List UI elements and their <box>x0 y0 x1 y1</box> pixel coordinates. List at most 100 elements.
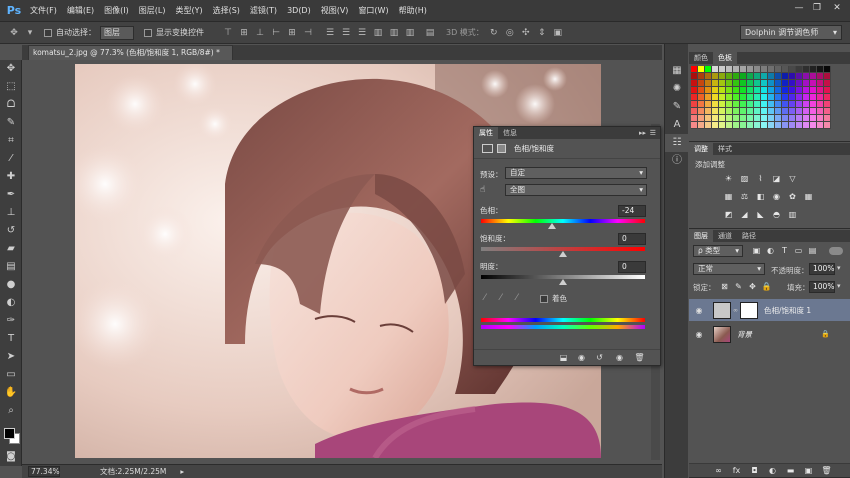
type-tool-icon[interactable]: T <box>0 330 22 348</box>
swatch-cell[interactable] <box>691 108 698 115</box>
swatch-cell[interactable] <box>768 87 775 94</box>
swatch-cell[interactable] <box>705 66 712 73</box>
preset-dropdown[interactable]: 自定 ▾ <box>505 167 647 179</box>
swatch-cell[interactable] <box>775 108 782 115</box>
swatch-cell[interactable] <box>712 80 719 87</box>
swatch-cell[interactable] <box>796 66 803 73</box>
swatch-cell[interactable] <box>824 101 831 108</box>
brightness-icon[interactable]: ☀ <box>723 174 734 184</box>
menu-view[interactable]: 视图(V) <box>316 0 354 22</box>
eyedropper-minus-icon[interactable]: ⁄ <box>516 293 518 303</box>
saturation-slider-knob[interactable] <box>559 251 567 257</box>
swatch-cell[interactable] <box>726 87 733 94</box>
scale-3d-icon[interactable]: ▣ <box>552 27 564 39</box>
lock-pixels-icon[interactable]: ✎ <box>733 282 744 292</box>
vibrance-icon[interactable]: ▽ <box>787 174 798 184</box>
blur-tool-icon[interactable]: ● <box>0 276 22 294</box>
drag-3d-icon[interactable]: ✣ <box>520 27 532 39</box>
swatch-cell[interactable] <box>705 73 712 80</box>
character-panel-icon[interactable]: A <box>665 116 689 134</box>
colorize-checkbox[interactable] <box>540 295 548 303</box>
swatch-cell[interactable] <box>691 94 698 101</box>
hue-saturation-icon[interactable]: ▦ <box>723 192 734 202</box>
layer-row-hue-saturation[interactable]: ◉ ∞ 色相/饱和度 1 <box>689 299 850 321</box>
layer-filter-dropdown[interactable]: ρ 类型 ▾ <box>693 245 743 257</box>
swatch-cell[interactable] <box>817 108 824 115</box>
menu-select[interactable]: 选择(S) <box>208 0 245 22</box>
swatch-cell[interactable] <box>698 73 705 80</box>
swatch-cell[interactable] <box>768 94 775 101</box>
align-right-icon[interactable]: ⊣ <box>302 27 314 39</box>
swatch-cell[interactable] <box>754 115 761 122</box>
swatch-cell[interactable] <box>817 101 824 108</box>
chevron-down-icon[interactable]: ▾ <box>837 282 841 290</box>
filter-adjustment-icon[interactable]: ◐ <box>765 246 776 256</box>
swatch-cell[interactable] <box>810 122 817 129</box>
swatch-cell[interactable] <box>768 101 775 108</box>
swatch-cell[interactable] <box>705 122 712 129</box>
swatch-cell[interactable] <box>796 80 803 87</box>
swatch-cell[interactable] <box>796 115 803 122</box>
brush-panel-icon[interactable]: ✎ <box>665 98 689 116</box>
swatch-cell[interactable] <box>810 94 817 101</box>
distribute-top-icon[interactable]: ☰ <box>324 27 336 39</box>
swatch-cell[interactable] <box>740 101 747 108</box>
filter-toggle[interactable] <box>829 247 843 255</box>
swatch-cell[interactable] <box>712 87 719 94</box>
swatch-cell[interactable] <box>796 73 803 80</box>
swatch-cell[interactable] <box>691 66 698 73</box>
swatch-cell[interactable] <box>754 108 761 115</box>
swatch-cell[interactable] <box>726 101 733 108</box>
photo-filter-icon[interactable]: ◉ <box>771 192 782 202</box>
swatch-cell[interactable] <box>747 101 754 108</box>
swatch-cell[interactable] <box>754 94 761 101</box>
collapse-icon[interactable]: ▸▸ <box>639 127 646 139</box>
swatch-cell[interactable] <box>803 108 810 115</box>
auto-select-checkbox[interactable] <box>44 28 52 37</box>
swatch-cell[interactable] <box>691 73 698 80</box>
fill-input[interactable]: 100% <box>809 281 835 293</box>
eyedropper-icon[interactable]: ⁄ <box>484 293 486 303</box>
swatch-cell[interactable] <box>698 66 705 73</box>
swatch-cell[interactable] <box>761 108 768 115</box>
chevron-down-icon[interactable]: ▾ <box>837 264 841 272</box>
trash-icon[interactable]: 🗑 <box>634 353 645 363</box>
swatch-cell[interactable] <box>719 101 726 108</box>
swatch-cell[interactable] <box>817 122 824 129</box>
swatch-cell[interactable] <box>733 66 740 73</box>
healing-tool-icon[interactable]: ✚ <box>0 168 22 186</box>
swatch-cell[interactable] <box>782 66 789 73</box>
shape-tool-icon[interactable]: ▭ <box>0 366 22 384</box>
swatch-cell[interactable] <box>712 73 719 80</box>
on-image-adjust-icon[interactable]: ☝ <box>480 185 485 195</box>
lasso-tool-icon[interactable]: ᗝ <box>0 96 22 114</box>
mask-icon[interactable] <box>497 144 506 153</box>
tab-channels[interactable]: 通道 <box>713 230 737 242</box>
layer-name[interactable]: 色相/饱和度 1 <box>764 305 811 316</box>
swatch-cell[interactable] <box>761 66 768 73</box>
auto-select-dropdown[interactable]: 图层 <box>100 25 134 40</box>
swatch-cell[interactable] <box>817 66 824 73</box>
saturation-value-input[interactable]: 0 <box>618 233 646 245</box>
swatch-cell[interactable] <box>754 87 761 94</box>
swatch-cell[interactable] <box>768 115 775 122</box>
swatch-cell[interactable] <box>733 73 740 80</box>
hue-slider-track[interactable] <box>481 219 645 223</box>
swatch-cell[interactable] <box>726 73 733 80</box>
swatch-cell[interactable] <box>810 108 817 115</box>
tab-color[interactable]: 颜色 <box>689 52 713 64</box>
swatch-cell[interactable] <box>740 66 747 73</box>
swatch-cell[interactable] <box>789 122 796 129</box>
reset-icon[interactable]: ↺ <box>594 353 605 363</box>
swatch-cell[interactable] <box>719 66 726 73</box>
swatch-cell[interactable] <box>810 115 817 122</box>
brush-tool-icon[interactable]: ✒ <box>0 186 22 204</box>
swatch-cell[interactable] <box>782 122 789 129</box>
swatch-cell[interactable] <box>782 80 789 87</box>
hue-slider-knob[interactable] <box>548 223 556 229</box>
swatch-cell[interactable] <box>789 87 796 94</box>
swatch-cell[interactable] <box>796 87 803 94</box>
swatch-cell[interactable] <box>705 94 712 101</box>
history-brush-tool-icon[interactable]: ↺ <box>0 222 22 240</box>
swatch-cell[interactable] <box>824 115 831 122</box>
